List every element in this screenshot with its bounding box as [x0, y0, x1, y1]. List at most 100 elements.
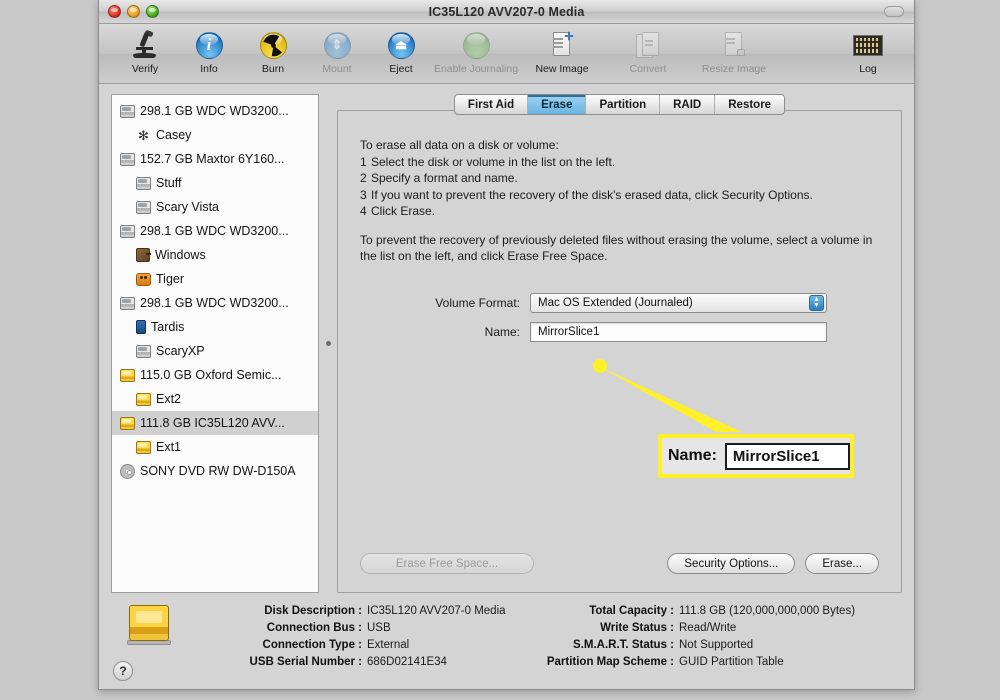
- sidebar-item-disk-oxford[interactable]: 115.0 GB Oxford Semic...: [112, 363, 318, 387]
- log-icon: [853, 28, 883, 62]
- sidebar-item-casey[interactable]: ✻ Casey: [112, 123, 318, 147]
- toolbar-button-eject[interactable]: ⏏ Eject: [369, 28, 433, 75]
- eject-icon: ⏏: [387, 28, 415, 62]
- radiation-burn-icon: [259, 28, 287, 62]
- hard-drive-icon: [120, 224, 135, 238]
- erase-free-space-button: Erase Free Space...: [360, 553, 534, 574]
- sidebar-item-label: Scary Vista: [156, 200, 219, 214]
- volume-format-label: Volume Format:: [435, 295, 520, 310]
- sidebar-item-stuff[interactable]: Stuff: [112, 171, 318, 195]
- main-toolbar: Verify i Info Burn ⇕ Mount ⏏ Eject Enabl…: [99, 24, 914, 84]
- volume-format-select[interactable]: Mac OS Extended (Journaled) ▲ ▼: [530, 292, 827, 313]
- info-value: 686D02141E34: [367, 656, 447, 668]
- selected-disk-icon: [127, 605, 171, 645]
- step-number-1: 1: [360, 154, 367, 169]
- sidebar-item-tardis[interactable]: Tardis: [112, 315, 318, 339]
- sidebar-item-ext1[interactable]: Ext1: [112, 435, 318, 459]
- sidebar-item-scaryxp[interactable]: ScaryXP: [112, 339, 318, 363]
- tab-first-aid[interactable]: First Aid: [455, 95, 529, 114]
- sidebar-item-label: Windows: [155, 248, 206, 262]
- optical-disc-icon: [120, 463, 135, 479]
- disk-info-bar: Disk Description : IC35L120 AVV207-0 Med…: [99, 593, 914, 689]
- sidebar-item-label: 111.8 GB IC35L120 AVV...: [140, 416, 285, 430]
- sidebar-item-ext2[interactable]: Ext2: [112, 387, 318, 411]
- toolbar-label-info: Info: [200, 63, 218, 75]
- info-key: USB Serial Number :: [249, 656, 362, 668]
- sidebar-item-disk-ic35l120[interactable]: 111.8 GB IC35L120 AVV...: [112, 411, 318, 435]
- tiger-icon: [136, 272, 151, 286]
- sidebar-item-label: Tardis: [151, 320, 185, 334]
- content-area: 298.1 GB WDC WD3200... ✻ Casey 152.7 GB …: [99, 84, 914, 593]
- name-input[interactable]: MirrorSlice1: [530, 321, 827, 342]
- gold-drive-icon: [120, 416, 135, 430]
- toolbar-label-new-image: New Image: [535, 63, 589, 75]
- action-button-row: Erase Free Space... Security Options... …: [360, 553, 879, 578]
- toolbar-label-burn: Burn: [261, 63, 285, 75]
- sidebar-item-windows[interactable]: Windows: [112, 243, 318, 267]
- toolbar-button-log[interactable]: Log: [836, 28, 900, 75]
- instructions-heading: To erase all data on a disk or volume:: [360, 138, 559, 152]
- sidebar-item-disk-3[interactable]: 298.1 GB WDC WD3200...: [112, 219, 318, 243]
- info-row-partition-map-scheme: Partition Map Scheme : GUID Partition Ta…: [527, 654, 855, 671]
- toolbar-button-verify[interactable]: Verify: [113, 28, 177, 75]
- info-row-usb-serial-number: USB Serial Number : 686D02141E34: [187, 654, 527, 671]
- sidebar-item-label: Casey: [156, 128, 192, 142]
- help-button[interactable]: ?: [113, 661, 133, 681]
- info-value: 111.8 GB (120,000,000,000 Bytes): [679, 605, 856, 617]
- sidebar-item-tiger[interactable]: Tiger: [112, 267, 318, 291]
- sidebar-item-label: 115.0 GB Oxford Semic...: [140, 368, 282, 382]
- window-titlebar: IC35L120 AVV207-0 Media: [99, 0, 914, 24]
- tab-erase[interactable]: Erase: [528, 95, 587, 114]
- info-icon: i: [195, 28, 223, 62]
- disk-list-sidebar[interactable]: 298.1 GB WDC WD3200... ✻ Casey 152.7 GB …: [111, 94, 319, 593]
- erase-button[interactable]: Erase...: [805, 553, 879, 574]
- convert-icon: [636, 28, 660, 62]
- sidebar-item-disk-2[interactable]: 152.7 GB Maxtor 6Y160...: [112, 147, 318, 171]
- gold-drive-icon: [136, 392, 151, 406]
- sidebar-item-scary-vista[interactable]: Scary Vista: [112, 195, 318, 219]
- sidebar-item-label: SONY DVD RW DW-D150A: [140, 464, 296, 478]
- gold-drive-icon: [136, 440, 151, 454]
- info-row-connection-type: Connection Type : External: [187, 637, 527, 654]
- security-options-button[interactable]: Security Options...: [667, 553, 796, 574]
- toolbar-button-convert: Convert: [605, 28, 691, 75]
- tab-raid[interactable]: RAID: [660, 95, 716, 114]
- info-value: GUID Partition Table: [679, 656, 784, 668]
- callout-value: MirrorSlice1: [724, 442, 850, 470]
- info-row-connection-bus: Connection Bus : USB: [187, 620, 527, 637]
- sidebar-item-disk-1[interactable]: 298.1 GB WDC WD3200...: [112, 99, 318, 123]
- name-row: Name: MirrorSlice1: [360, 321, 879, 342]
- step-text-3: If you want to prevent the recovery of t…: [371, 187, 813, 202]
- toolbar-button-new-image[interactable]: ✛ New Image: [519, 28, 605, 76]
- toolbar-label-eject: Eject: [389, 63, 413, 75]
- toolbar-button-enable-journaling: Enable Journaling: [433, 28, 519, 75]
- callout-label: Name:: [668, 447, 717, 464]
- windows-icon: [136, 248, 151, 262]
- info-row-total-capacity: Total Capacity : 111.8 GB (120,000,000,0…: [527, 603, 855, 620]
- info-key: Connection Bus :: [266, 622, 362, 634]
- info-row-write-status: Write Status : Read/Write: [527, 620, 855, 637]
- toolbar-toggle-button[interactable]: [884, 6, 904, 17]
- split-view-divider[interactable]: [319, 94, 337, 593]
- sidebar-item-label: Ext1: [156, 440, 182, 454]
- divider-grab-dot: [325, 341, 331, 346]
- chevron-updown-icon[interactable]: ▲ ▼: [809, 294, 824, 311]
- sidebar-item-sony-dvd[interactable]: SONY DVD RW DW-D150A: [112, 459, 318, 483]
- toolbar-label-convert: Convert: [629, 63, 667, 75]
- toolbar-label-enable-journaling: Enable Journaling: [433, 63, 519, 75]
- tab-partition[interactable]: Partition: [586, 95, 661, 114]
- toolbar-label-resize-image: Resize Image: [701, 63, 767, 75]
- info-row-smart-status: S.M.A.R.T. Status : Not Supported: [527, 637, 855, 654]
- sidebar-item-disk-4[interactable]: 298.1 GB WDC WD3200...: [112, 291, 318, 315]
- info-row-disk-description: Disk Description : IC35L120 AVV207-0 Med…: [187, 603, 527, 620]
- toolbar-button-info[interactable]: i Info: [177, 28, 241, 75]
- info-column-right: Total Capacity : 111.8 GB (120,000,000,0…: [527, 603, 855, 671]
- hard-drive-icon: [136, 344, 151, 358]
- info-columns: Disk Description : IC35L120 AVV207-0 Med…: [187, 601, 898, 671]
- tab-restore[interactable]: Restore: [715, 95, 784, 114]
- volume-format-row: Volume Format: Mac OS Extended (Journale…: [360, 292, 879, 313]
- disk-utility-window: IC35L120 AVV207-0 Media Verify i Info Bu…: [98, 0, 915, 690]
- info-key: Connection Type :: [262, 639, 362, 651]
- toolbar-button-burn[interactable]: Burn: [241, 28, 305, 75]
- sidebar-item-label: Stuff: [156, 176, 182, 190]
